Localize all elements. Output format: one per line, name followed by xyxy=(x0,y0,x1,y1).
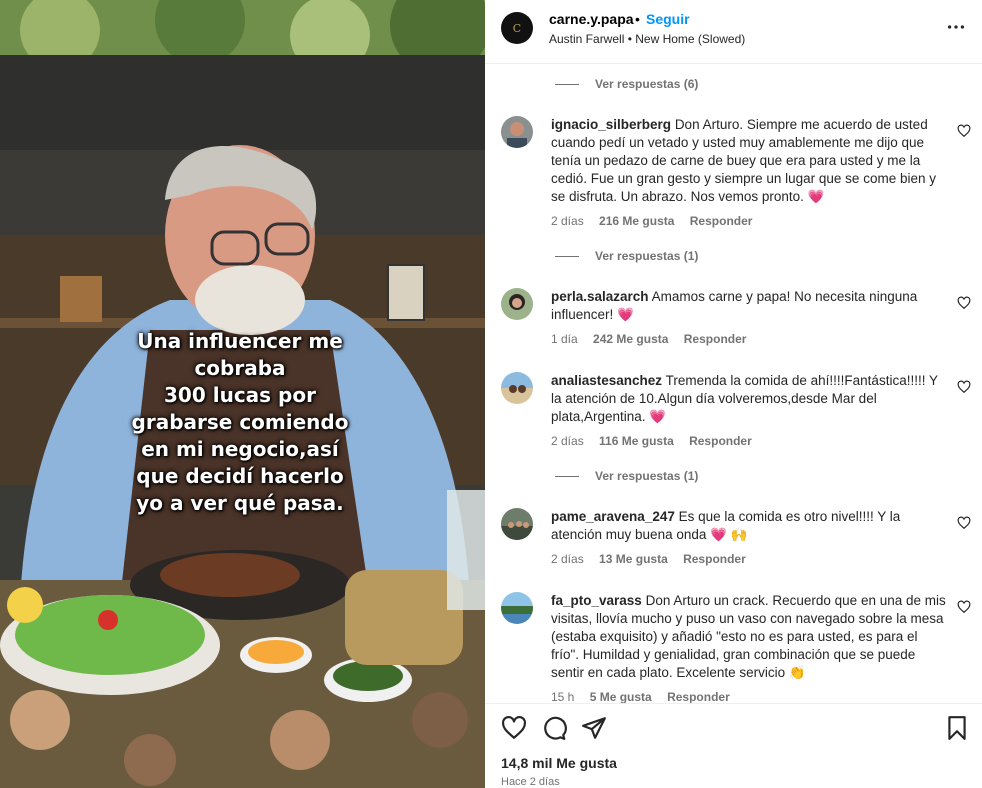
view-replies-label: Ver respuestas (1) xyxy=(595,249,699,263)
view-replies-label: Ver respuestas (6) xyxy=(595,77,699,91)
account-username[interactable]: carne.y.papa xyxy=(549,11,634,27)
comment-icon[interactable] xyxy=(541,715,567,741)
comment-text-block: pame_aravena_247 Es que la comida es otr… xyxy=(551,508,946,544)
commenter-avatar[interactable] xyxy=(501,288,533,320)
post-timestamp: Hace 2 días xyxy=(501,776,560,788)
comment-meta: 2 días 216 Me gusta Responder xyxy=(551,214,764,228)
comment-time: 2 días xyxy=(551,434,584,448)
view-replies-label: Ver respuestas (1) xyxy=(595,469,699,483)
comment-time: 2 días xyxy=(551,214,584,228)
commenter-avatar[interactable] xyxy=(501,508,533,540)
header-separator: • xyxy=(635,11,640,27)
follow-button[interactable]: Seguir xyxy=(646,11,690,27)
heart-emoji: 💗 xyxy=(617,307,634,322)
overlay-line: Una influencer me xyxy=(137,329,343,353)
reply-button[interactable]: Responder xyxy=(690,214,753,228)
comment-likes-count[interactable]: 5 Me gusta xyxy=(590,690,652,703)
comment-text-block: fa_pto_varass Don Arturo un crack. Recue… xyxy=(551,592,946,682)
share-icon[interactable] xyxy=(581,715,607,741)
comment-time: 2 días xyxy=(551,552,584,566)
video-caption-overlay: Una influencer me cobraba 300 lucas por … xyxy=(95,328,385,517)
replies-divider-line xyxy=(555,475,579,477)
reply-button[interactable]: Responder xyxy=(667,690,730,703)
commenter-username[interactable]: analiastesanchez xyxy=(551,373,662,388)
avatar-logo-glyph: C xyxy=(512,21,522,35)
like-comment-heart-icon[interactable] xyxy=(957,600,971,614)
heart-icon[interactable] xyxy=(501,715,527,741)
reply-button[interactable]: Responder xyxy=(689,434,752,448)
overlay-line: yo a ver qué pasa. xyxy=(136,491,344,515)
post-actions-bar: 14,8 mil Me gusta Hace 2 días xyxy=(485,703,982,788)
heart-emoji: 💗 xyxy=(649,409,667,424)
post-side-panel: C carne.y.papa • Seguir Austin Farwell •… xyxy=(485,0,982,788)
overlay-line: grabarse comiendo xyxy=(131,410,349,434)
commenter-avatar[interactable] xyxy=(501,592,533,624)
commenter-username[interactable]: ignacio_silberberg xyxy=(551,117,671,132)
like-comment-heart-icon[interactable] xyxy=(957,380,971,394)
post-video[interactable]: Una influencer me cobraba 300 lucas por … xyxy=(0,0,485,788)
heart-emoji: 💗 🙌 xyxy=(710,527,748,542)
comment-meta: 2 días 13 Me gusta Responder xyxy=(551,552,758,566)
audio-track-link[interactable]: Austin Farwell • New Home (Slowed) xyxy=(549,32,745,46)
overlay-line: 300 lucas por xyxy=(164,383,316,407)
post-header: C carne.y.papa • Seguir Austin Farwell •… xyxy=(485,0,982,64)
comment-likes-count[interactable]: 116 Me gusta xyxy=(599,434,674,448)
comment-likes-count[interactable]: 242 Me gusta xyxy=(593,332,668,346)
overlay-line: cobraba xyxy=(194,356,286,380)
comment-text-block: analiastesanchez Tremenda la comida de a… xyxy=(551,372,946,426)
commenter-avatar[interactable] xyxy=(501,116,533,148)
commenter-avatar[interactable] xyxy=(501,372,533,404)
replies-divider-line xyxy=(555,83,579,85)
overlay-line: que decidí hacerlo xyxy=(136,464,344,488)
comment-meta: 15 h 5 Me gusta Responder xyxy=(551,690,742,703)
more-options-icon[interactable] xyxy=(945,16,967,38)
comment-meta: 1 día 242 Me gusta Responder xyxy=(551,332,758,346)
commenter-username[interactable]: perla.salazarch xyxy=(551,289,649,304)
comments-list[interactable]: Ver respuestas (6) ignacio_silberberg Do… xyxy=(485,65,982,703)
reply-button[interactable]: Responder xyxy=(684,332,747,346)
comment-text-block: perla.salazarch Amamos carne y papa! No … xyxy=(551,288,946,324)
overlay-line: en mi negocio,así xyxy=(141,437,339,461)
like-comment-heart-icon[interactable] xyxy=(957,296,971,310)
view-replies-button[interactable]: Ver respuestas (6) xyxy=(555,75,698,93)
comment-meta: 2 días 116 Me gusta Responder xyxy=(551,434,764,448)
clapping-emoji: 👏 xyxy=(788,665,806,680)
like-comment-heart-icon[interactable] xyxy=(957,516,971,530)
post-likes-count[interactable]: 14,8 mil Me gusta xyxy=(501,755,617,771)
view-replies-button[interactable]: Ver respuestas (1) xyxy=(555,467,698,485)
bookmark-icon[interactable] xyxy=(944,715,970,741)
reply-button[interactable]: Responder xyxy=(683,552,746,566)
account-avatar[interactable]: C xyxy=(501,12,533,44)
like-comment-heart-icon[interactable] xyxy=(957,124,971,138)
view-replies-button[interactable]: Ver respuestas (1) xyxy=(555,247,698,265)
commenter-username[interactable]: pame_aravena_247 xyxy=(551,509,675,524)
comment-time: 1 día xyxy=(551,332,578,346)
commenter-username[interactable]: fa_pto_varass xyxy=(551,593,642,608)
comment-likes-count[interactable]: 216 Me gusta xyxy=(599,214,674,228)
heart-emoji: 💗 xyxy=(807,189,825,204)
comment-time: 15 h xyxy=(551,690,575,703)
comment-text-block: ignacio_silberberg Don Arturo. Siempre m… xyxy=(551,116,946,206)
comment-likes-count[interactable]: 13 Me gusta xyxy=(599,552,668,566)
replies-divider-line xyxy=(555,255,579,257)
